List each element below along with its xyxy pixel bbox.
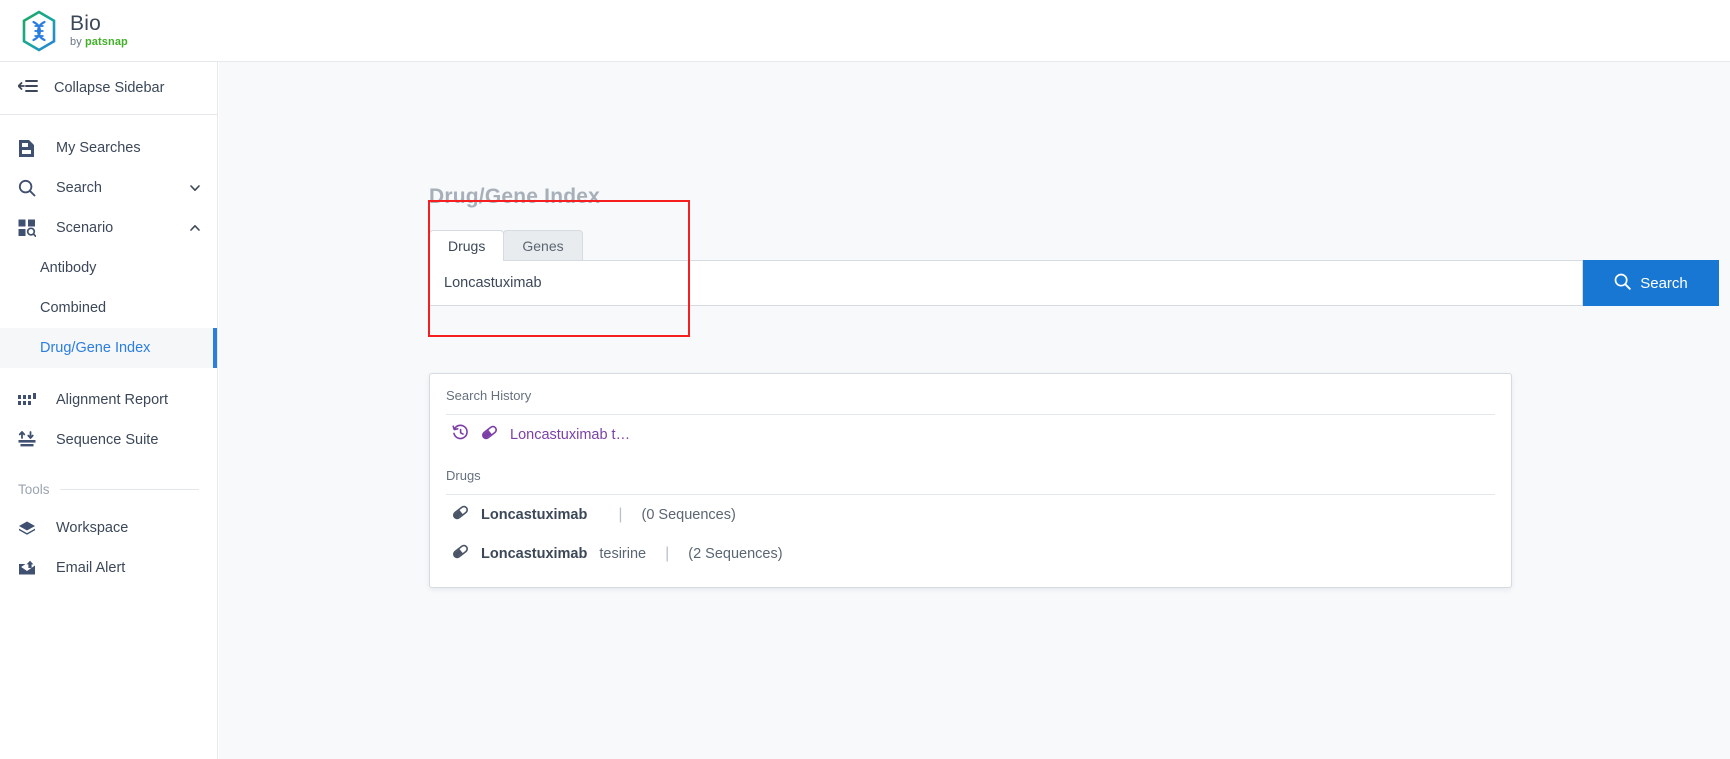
brand-subtitle-name: patsnap — [84, 36, 128, 48]
sidebar-subitem-label: Combined — [40, 300, 107, 316]
dropdown-bottom-padding — [446, 573, 1495, 587]
sidebar-item-workspace[interactable]: Workspace — [0, 508, 217, 548]
cube-icon — [18, 518, 40, 538]
history-clock-icon — [452, 424, 469, 446]
drug-name-tail: tesirine — [599, 545, 647, 562]
search-history-item[interactable]: Loncastuximab t… — [446, 415, 1495, 454]
search-type-tabs: Drugs Genes — [429, 230, 1719, 261]
sidebar-item-my-searches[interactable]: My Searches — [0, 128, 217, 168]
page-title: Drug/Gene Index — [429, 185, 601, 208]
sidebar-item-antibody[interactable]: Antibody — [0, 248, 217, 288]
bar-grid-icon — [18, 390, 40, 410]
brand-subtitle-prefix: by — [70, 36, 85, 48]
sidebar-item-label: Sequence Suite — [56, 432, 159, 448]
search-button[interactable]: Search — [1583, 260, 1719, 306]
collapse-sidebar-button[interactable]: Collapse Sidebar — [0, 62, 217, 115]
drug-name: Loncastuximab — [481, 545, 588, 562]
collapse-sidebar-icon — [17, 78, 38, 98]
search-button-label: Search — [1640, 274, 1688, 292]
sidebar-subitem-label: Drug/Gene Index — [40, 340, 151, 356]
sequence-count: (0 Sequences) — [641, 506, 736, 523]
sidebar: Collapse Sidebar My Searches Search Scen… — [0, 62, 218, 759]
sidebar-item-drug-gene-index[interactable]: Drug/Gene Index — [0, 328, 217, 368]
sidebar-item-sequence-suite[interactable]: Sequence Suite — [0, 420, 217, 460]
brand-title: Bio — [70, 12, 101, 35]
sidebar-item-search[interactable]: Search — [0, 168, 217, 208]
sidebar-item-combined[interactable]: Combined — [0, 288, 217, 328]
chevron-down-icon[interactable] — [189, 182, 201, 194]
separator: | — [665, 544, 670, 562]
sidebar-item-label: Search — [56, 180, 102, 196]
brand-subtitle: by patsnap — [70, 37, 128, 48]
drug-gene-index-panel: Drug/Gene Index Drugs Genes Loncastuxima… — [429, 185, 1719, 306]
sidebar-item-label: My Searches — [56, 140, 141, 156]
search-input[interactable] — [429, 260, 1583, 306]
tab-drugs[interactable]: Drugs — [429, 230, 505, 261]
sidebar-item-label: Scenario — [56, 220, 114, 236]
sidebar-item-scenario[interactable]: Scenario — [0, 208, 217, 248]
top-header-bar: Bio by patsnap — [0, 0, 1730, 62]
email-alert-icon — [18, 558, 40, 578]
sidebar-subitem-label: Antibody — [40, 260, 97, 276]
sidebar-nav: My Searches Search Scenario Antibody Com… — [0, 115, 217, 588]
pill-icon — [452, 544, 469, 564]
brand-text: Bio by patsnap — [70, 13, 128, 48]
tab-label: Genes — [522, 237, 564, 254]
sidebar-item-label: Alignment Report — [56, 392, 169, 408]
sequence-count: (2 Sequences) — [688, 545, 783, 562]
app-root: Bio by patsnap Collapse Sidebar My Searc… — [0, 0, 1730, 759]
drug-suggestion-row[interactable]: Loncastuximab | (0 Sequences) — [446, 495, 1495, 534]
sidebar-item-label: Workspace — [56, 520, 129, 536]
drugs-group-label: Drugs — [446, 468, 481, 483]
separator: | — [618, 505, 623, 523]
sidebar-item-email-alert[interactable]: Email Alert — [0, 548, 217, 588]
collapse-sidebar-label: Collapse Sidebar — [54, 80, 165, 96]
sidebar-item-alignment-report[interactable]: Alignment Report — [0, 380, 217, 420]
search-suggestions-dropdown: Search History Loncastuximab t… Drugs Lo… — [429, 373, 1512, 588]
tab-label: Drugs — [448, 237, 486, 254]
search-history-item-label: Loncastuximab t… — [510, 426, 631, 443]
pill-icon — [452, 505, 469, 525]
sidebar-item-label: Email Alert — [56, 560, 126, 576]
chevron-up-icon[interactable] — [189, 222, 201, 234]
brand-logo-block[interactable]: Bio by patsnap — [0, 9, 128, 52]
sidebar-section-tools: Tools — [0, 470, 217, 508]
search-history-label: Search History — [446, 388, 532, 403]
magnifier-icon — [18, 178, 40, 198]
search-icon — [1614, 273, 1631, 294]
drug-name: Loncastuximab — [481, 506, 588, 523]
main-content-area: Drug/Gene Index Drugs Genes Loncastuxima… — [219, 62, 1730, 759]
dna-hexagon-icon — [20, 9, 58, 52]
sequence-suite-icon — [18, 430, 40, 450]
divider — [59, 488, 199, 490]
pill-icon — [481, 425, 498, 445]
saved-document-icon — [18, 138, 40, 158]
drug-suggestion-row[interactable]: Loncastuximab tesirine | (2 Sequences) — [446, 534, 1495, 573]
sidebar-section-label: Tools — [18, 481, 50, 497]
search-row: Search — [429, 260, 1719, 306]
tab-genes[interactable]: Genes — [503, 230, 583, 260]
grid-search-icon — [18, 218, 40, 238]
